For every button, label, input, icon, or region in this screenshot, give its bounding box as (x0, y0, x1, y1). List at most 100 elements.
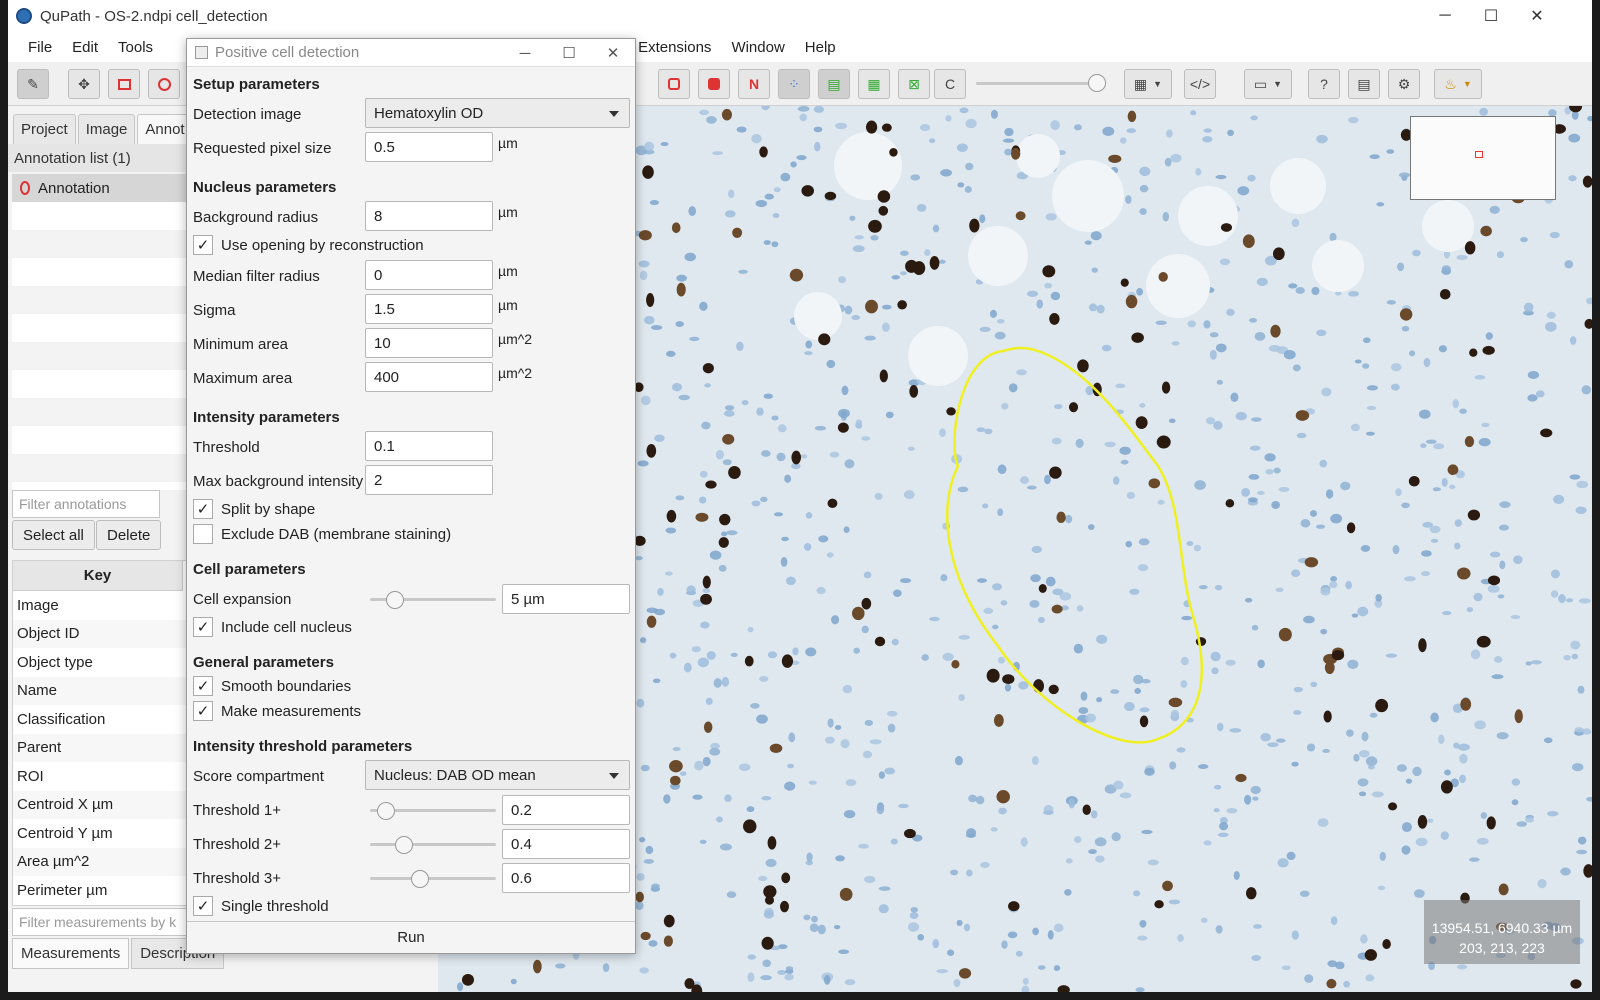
split-by-shape-checkbox[interactable]: ✓ Split by shape (193, 499, 315, 519)
menu-file[interactable]: File (18, 39, 62, 56)
threshold-2-slider[interactable] (370, 843, 496, 846)
show-annotations-icon[interactable] (658, 69, 690, 99)
include-cell-nucleus-checkbox[interactable]: ✓ Include cell nucleus (193, 617, 352, 637)
log-icon[interactable]: ▤ (1348, 69, 1380, 99)
threshold-3-input[interactable]: 0.6 (502, 863, 630, 893)
nucleus-mark (1265, 468, 1274, 475)
nucleus-mark (773, 187, 781, 193)
tab-project[interactable]: Project (13, 114, 76, 145)
nucleus-mark (787, 763, 795, 769)
brightness-contrast-icon[interactable]: ♨ ▼ (1434, 69, 1482, 99)
positive-cell-mark (732, 227, 743, 238)
sigma-input[interactable]: 1.5 (365, 294, 493, 324)
pixel-classification-button[interactable]: C (934, 69, 966, 99)
nucleus-mark (738, 269, 748, 274)
threshold-1-input[interactable]: 0.2 (502, 795, 630, 825)
nucleus-mark (1139, 208, 1147, 215)
settings-icon[interactable]: ⚙ (1388, 69, 1420, 99)
background-radius-input[interactable]: 8 (365, 201, 493, 231)
nucleus-mark (864, 335, 876, 341)
nucleus-mark (1273, 467, 1281, 474)
help-icon[interactable]: ? (1308, 69, 1340, 99)
measurement-key-header[interactable]: Key (13, 561, 183, 591)
measurement-table-icon[interactable]: ▦ ▼ (1124, 69, 1172, 99)
nucleus-mark (965, 118, 977, 129)
score-compartment-value: Nucleus: DAB OD mean (374, 767, 536, 784)
menu-extensions[interactable]: Extensions (628, 39, 721, 56)
nucleus-mark (1489, 551, 1501, 558)
rectangle-tool-icon[interactable] (108, 69, 140, 99)
display-icon[interactable]: ▭ ▼ (1244, 69, 1292, 99)
requested-pixel-size-input[interactable]: 0.5 (365, 132, 493, 162)
positive-cell-mark (1464, 436, 1475, 448)
move-tool-icon[interactable]: ✥ (68, 69, 100, 99)
positive-cell-mark (1439, 289, 1451, 300)
menu-window[interactable]: Window (721, 39, 794, 56)
run-button[interactable]: Run (187, 921, 635, 953)
use-opening-checkbox[interactable]: ✓ Use opening by reconstruction (193, 235, 424, 255)
threshold-3-slider-thumb[interactable] (411, 870, 430, 888)
detection-image-select[interactable]: Hematoxylin OD (365, 98, 630, 128)
make-measurements-checkbox[interactable]: ✓ Make measurements (193, 701, 361, 721)
maximum-area-input[interactable]: 400 (365, 362, 493, 392)
show-detections-icon[interactable]: ⁘ (778, 69, 810, 99)
filter-annotations-input[interactable]: Filter annotations (12, 490, 160, 518)
menu-help[interactable]: Help (795, 39, 846, 56)
threshold-2-slider-thumb[interactable] (395, 836, 414, 854)
overview-thumbnail[interactable] (1410, 116, 1556, 200)
tab-image[interactable]: Image (77, 114, 136, 145)
nucleus-mark (1376, 202, 1385, 207)
nucleus-mark (1478, 437, 1491, 447)
cell-expansion-slider-thumb[interactable] (386, 591, 405, 609)
script-editor-icon[interactable]: </> (1184, 69, 1216, 99)
positive-cell-mark (1225, 499, 1235, 508)
minimize-button[interactable]: ─ (1422, 0, 1468, 32)
max-background-intensity-input[interactable]: 2 (365, 465, 493, 495)
exclude-dab-checkbox[interactable]: Exclude DAB (membrane staining) (193, 524, 451, 544)
dialog-close-button[interactable]: ✕ (591, 39, 635, 67)
delete-button[interactable]: Delete (96, 520, 162, 550)
analysis-tabs: Project Image Annot (13, 114, 195, 145)
show-names-icon[interactable]: N (738, 69, 770, 99)
nucleus-mark (1565, 598, 1574, 603)
smooth-boundaries-checkbox[interactable]: ✓ Smooth boundaries (193, 676, 351, 696)
select-tool-icon[interactable]: ✎ (17, 69, 49, 99)
nucleus-mark (1115, 383, 1126, 389)
cell-expansion-input[interactable]: 5 µm (502, 584, 630, 614)
nucleus-mark (764, 193, 774, 200)
detection-centroids-icon[interactable]: ▦ (858, 69, 890, 99)
fill-annotations-icon[interactable] (698, 69, 730, 99)
max-background-intensity-label: Max background intensity (193, 473, 364, 490)
nucleus-mark (1254, 331, 1266, 341)
nucleus-mark (1366, 385, 1378, 391)
threshold-3-slider[interactable] (370, 877, 496, 880)
fill-detections-icon[interactable]: ▤ (818, 69, 850, 99)
score-compartment-select[interactable]: Nucleus: DAB OD mean (365, 760, 630, 790)
zoom-slider-track[interactable] (976, 82, 1104, 85)
threshold-2-input[interactable]: 0.4 (502, 829, 630, 859)
nucleus-mark (1401, 325, 1410, 332)
single-threshold-checkbox[interactable]: ✓ Single threshold (193, 896, 329, 916)
tab-annotations[interactable]: Annot (137, 114, 193, 145)
connections-icon[interactable]: ⊠ (898, 69, 930, 99)
positive-cell-mark (1460, 697, 1472, 711)
positive-cell-mark (1469, 348, 1478, 357)
select-all-button[interactable]: Select all (12, 520, 95, 550)
ellipse-tool-icon[interactable] (148, 69, 180, 99)
median-filter-radius-input[interactable]: 0 (365, 260, 493, 290)
zoom-slider-thumb[interactable] (1088, 74, 1106, 92)
menu-edit[interactable]: Edit (62, 39, 108, 56)
nucleus-mark (814, 141, 821, 152)
nucleus-mark (1177, 934, 1184, 942)
dialog-minimize-button[interactable]: ─ (503, 39, 547, 67)
minimum-area-input[interactable]: 10 (365, 328, 493, 358)
nucleus-mark (991, 624, 999, 630)
dialog-maximize-button[interactable]: ☐ (547, 39, 591, 67)
threshold-input[interactable]: 0.1 (365, 431, 493, 461)
nucleus-mark (1325, 489, 1334, 499)
threshold-1-slider-thumb[interactable] (377, 802, 396, 820)
close-button[interactable]: ✕ (1514, 0, 1560, 32)
tab-measurements[interactable]: Measurements (12, 938, 130, 969)
menu-tools[interactable]: Tools (108, 39, 163, 56)
maximize-button[interactable]: ☐ (1468, 0, 1514, 32)
